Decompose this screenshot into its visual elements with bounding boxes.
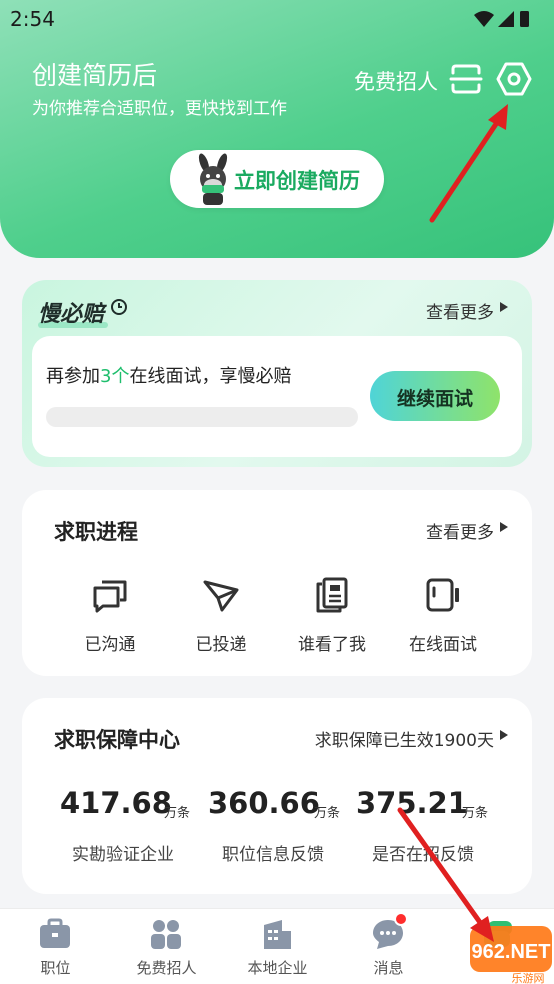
watermark-logo: 962.NET 乐游网 (470, 926, 552, 984)
continue-interview-button[interactable]: 继续面试 (370, 371, 500, 421)
slow-guarantee-title: 慢必赔 (38, 302, 105, 327)
create-resume-button[interactable]: 立即创建简历 (170, 150, 384, 208)
slow-guarantee-card: 慢必赔 查看更多 再参加3个在线面试，享慢必赔 继续面试 (22, 280, 532, 467)
progress-item-label: 已投递 (195, 635, 247, 655)
scan-icon[interactable] (449, 63, 483, 95)
nav-label: 消息 (373, 959, 404, 977)
stat-value: 375.21 (356, 786, 468, 820)
guarantee-text: 再参加3个在线面试，享慢必赔 (46, 362, 291, 388)
video-icon (426, 578, 459, 612)
guarantee-text-after: 在线面试，享慢必赔 (129, 366, 292, 387)
watermark-brand: 962.NET (472, 941, 551, 963)
wifi-icon (474, 11, 494, 27)
header-banner (0, 0, 554, 258)
status-time: 2:54 (10, 7, 55, 31)
document-icon (316, 577, 348, 613)
stat-label: 实勘验证企业 (72, 845, 174, 865)
chevron-right-icon (500, 522, 508, 532)
signal-icon (498, 11, 514, 27)
progress-item-label: 在线面试 (409, 635, 477, 655)
stat-label: 职位信息反馈 (222, 845, 324, 865)
guarantee-center-title: 求职保障中心 (54, 728, 180, 752)
nav-label: 免费招人 (136, 959, 197, 977)
status-icons (474, 11, 529, 27)
chat-icon (93, 580, 127, 613)
stat-value: 360.66 (208, 786, 320, 820)
progress-item-viewed-me[interactable]: 谁看了我 (276, 576, 388, 656)
progress-item-label: 已沟通 (84, 635, 136, 655)
stat-label: 是否在招反馈 (372, 845, 474, 865)
stat-hiring-feedback: 375.21 万条 是否在招反馈 (356, 786, 506, 876)
guarantee-status-link[interactable]: 求职保障已生效1900天 (315, 726, 494, 751)
watermark-sub: 乐游网 (512, 972, 545, 984)
progress-item-delivered[interactable]: 已投递 (165, 576, 277, 656)
nav-label: 职位 (40, 959, 71, 977)
continue-interview-label: 继续面试 (396, 388, 473, 410)
stat-job-info-feedback: 360.66 万条 职位信息反馈 (208, 786, 358, 876)
header-title: 创建简历后 (32, 61, 158, 90)
chevron-right-icon (500, 730, 508, 740)
free-hire-link[interactable]: 免费招人 (354, 66, 438, 96)
job-guarantee-center-card: 求职保障中心 求职保障已生效1900天 417.68 万条 实勘验证企业 360… (22, 698, 532, 894)
progress-item-contacted[interactable]: 已沟通 (54, 576, 166, 656)
nav-item-free-hire[interactable]: 免费招人 (111, 909, 222, 984)
nav-item-jobs[interactable]: 职位 (0, 909, 111, 984)
guarantee-count: 3个 (100, 366, 130, 387)
stat-verified-companies: 417.68 万条 实勘验证企业 (60, 786, 210, 876)
message-unread-badge (394, 912, 408, 926)
guarantee-more-link[interactable]: 查看更多 (426, 298, 494, 323)
stat-unit: 万条 (462, 806, 489, 821)
chevron-right-icon (500, 302, 508, 312)
nav-label: 本地企业 (247, 959, 308, 977)
nav-item-messages[interactable]: 消息 (333, 909, 444, 984)
stat-value: 417.68 (60, 786, 172, 820)
status-bar: 2:54 (0, 0, 554, 38)
stat-unit: 万条 (164, 806, 191, 821)
send-icon (203, 580, 239, 612)
header-subtitle: 为你推荐合适职位，更快找到工作 (32, 99, 287, 119)
battery-icon (520, 11, 529, 27)
create-resume-label: 立即创建简历 (234, 169, 360, 193)
guarantee-text-before: 再参加 (46, 366, 100, 387)
progress-item-label: 谁看了我 (298, 635, 366, 655)
people-icon (151, 920, 181, 949)
briefcase-icon (40, 918, 70, 948)
guarantee-inner-panel: 再参加3个在线面试，享慢必赔 继续面试 (32, 336, 522, 457)
job-progress-title: 求职进程 (54, 520, 138, 544)
donkey-mascot-icon (198, 153, 228, 205)
progress-more-link[interactable]: 查看更多 (426, 518, 494, 543)
job-progress-card: 求职进程 查看更多 已沟通 已投递 谁看了我 在线面试 (22, 490, 532, 676)
clock-icon (111, 299, 127, 315)
progress-item-online-interview[interactable]: 在线面试 (387, 576, 499, 656)
stat-unit: 万条 (314, 806, 341, 821)
building-icon (264, 920, 291, 949)
nav-item-local-companies[interactable]: 本地企业 (222, 909, 333, 984)
settings-icon[interactable] (496, 60, 532, 98)
interview-progress-bar (46, 407, 358, 427)
